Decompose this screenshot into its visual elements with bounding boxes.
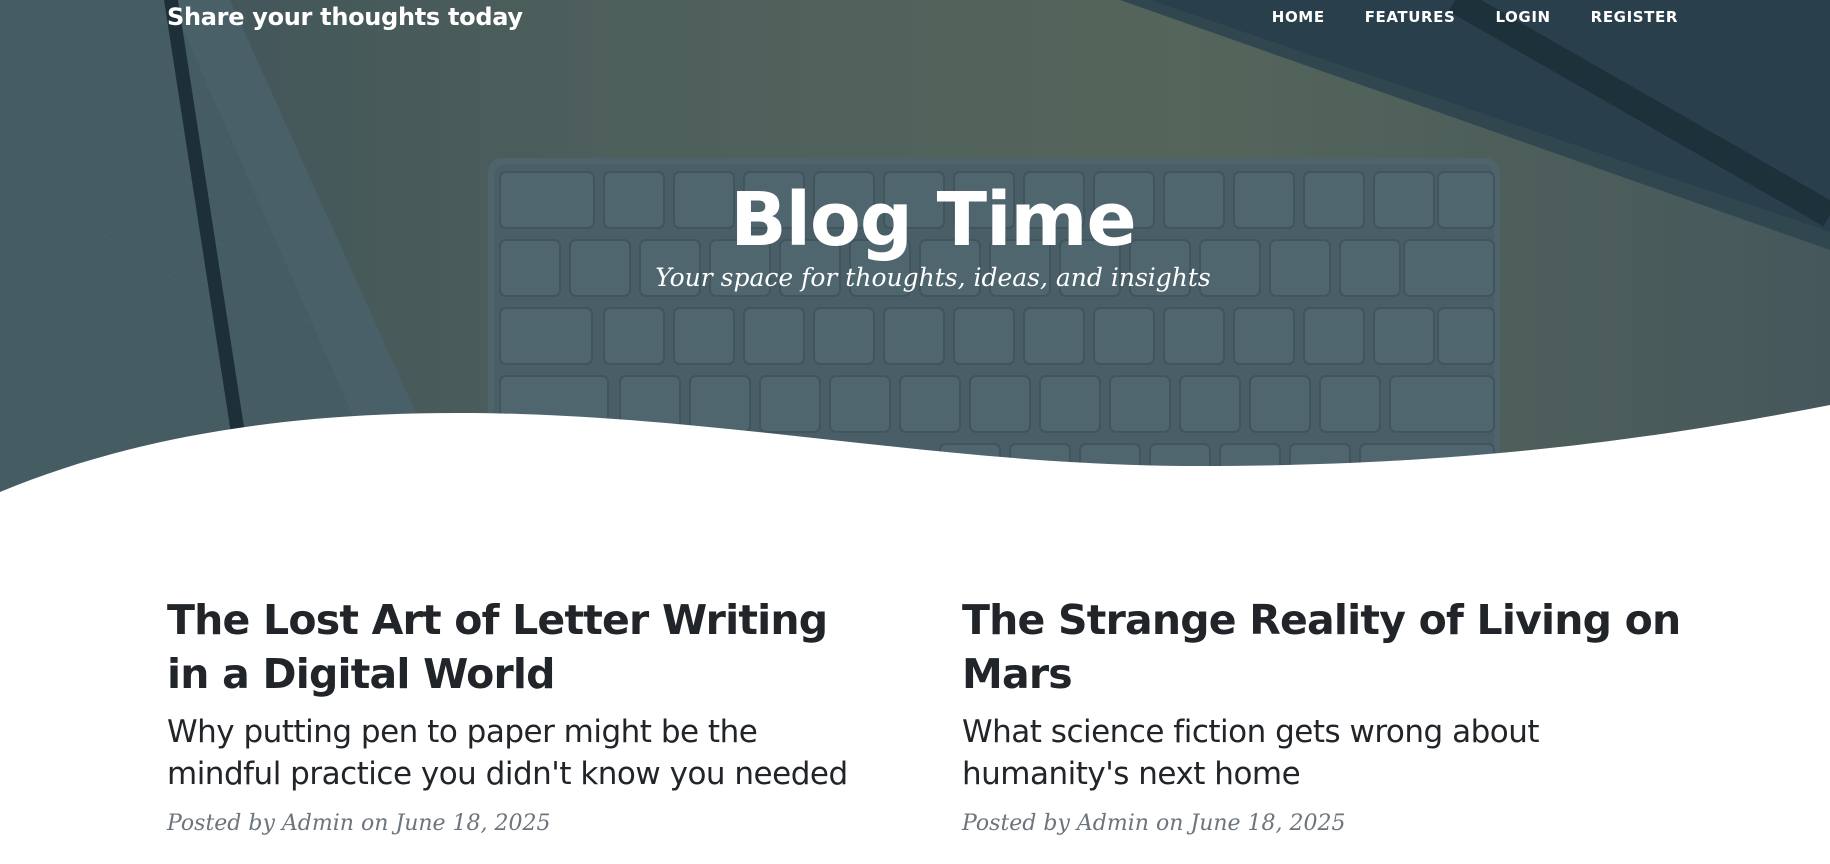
post-subtitle: What science fiction gets wrong about hu… [962,714,1540,792]
post-meta-on: on [1155,811,1184,836]
post-subtitle: Why putting pen to paper might be the mi… [167,714,848,792]
site-heading: Blog Time [730,176,1136,263]
post-title-link[interactable]: The Strange Reality of Living on Mars [962,593,1682,701]
post-meta-prefix: Posted by [167,811,275,836]
main-navbar: Share your thoughts today HOME FEATURES … [0,0,1830,34]
post-author-link[interactable]: Admin [1077,811,1149,836]
post-date: June 18, 2025 [395,811,551,836]
post-title-link[interactable]: The Lost Art of Letter Writing in a Digi… [167,593,867,701]
nav-links: HOME FEATURES LOGIN REGISTER [1232,0,1678,34]
nav-features-link[interactable]: FEATURES [1365,0,1456,34]
site-subheading: Your space for thoughts, ideas, and insi… [655,263,1211,292]
post-meta-on: on [360,811,389,836]
post-meta-prefix: Posted by [962,811,1070,836]
post-meta: Posted by Admin on June 18, 2025 [962,809,1682,839]
post-date: June 18, 2025 [1190,811,1346,836]
hero-wave-divider [0,405,1830,520]
post-meta: Posted by Admin on June 18, 2025 [167,809,867,839]
post-preview: The Strange Reality of Living on Mars Wh… [962,593,1682,839]
nav-register-link[interactable]: REGISTER [1591,0,1678,34]
nav-home-link[interactable]: HOME [1272,0,1325,34]
brand-link[interactable]: Share your thoughts today [167,0,523,34]
post-author-link[interactable]: Admin [282,811,354,836]
nav-login-link[interactable]: LOGIN [1495,0,1550,34]
post-preview: The Lost Art of Letter Writing in a Digi… [167,593,867,839]
